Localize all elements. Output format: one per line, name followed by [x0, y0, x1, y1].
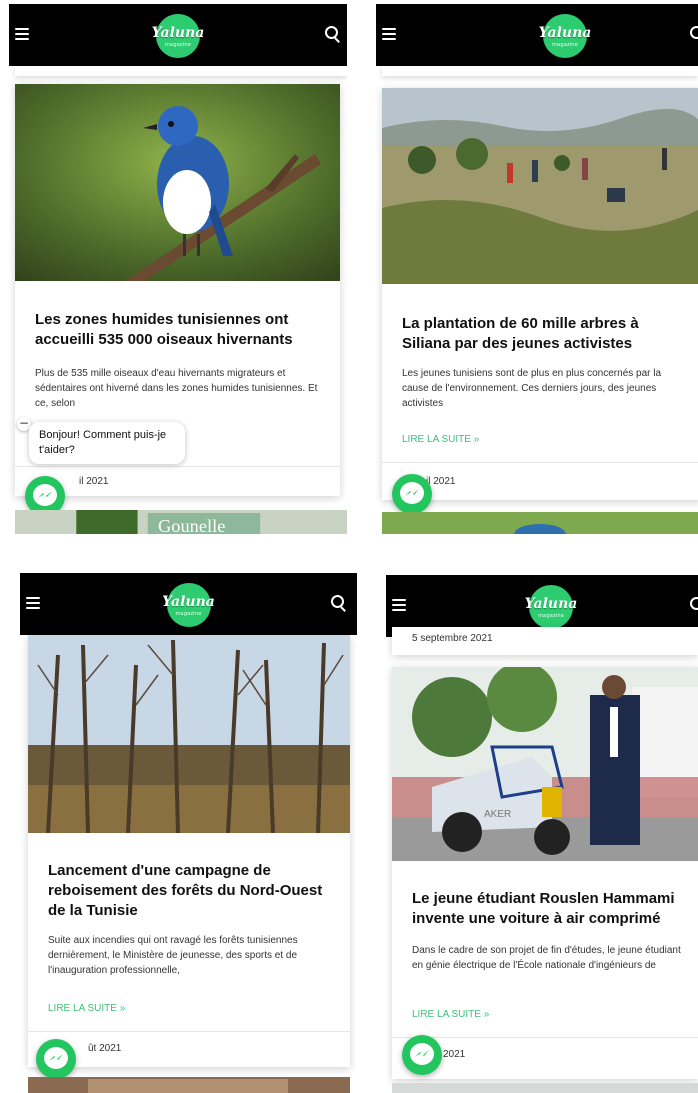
article-image-forest[interactable] — [28, 635, 350, 833]
search-icon[interactable] — [690, 597, 698, 613]
screenshot-panel-1: Yaluna magazine Les zones humides tunisi… — [9, 4, 347, 534]
screenshot-panel-4: Yaluna magazine 5 septembre 2021 AKER Le… — [386, 575, 698, 1093]
top-navbar: Yaluna magazine — [376, 4, 698, 66]
hamburger-menu-icon[interactable] — [392, 599, 406, 611]
hamburger-menu-icon[interactable] — [15, 28, 29, 40]
hamburger-menu-icon[interactable] — [26, 597, 40, 609]
yaluna-logo[interactable]: Yaluna magazine — [539, 14, 591, 58]
next-article-title-text: Gounelle — [158, 516, 225, 534]
previous-article-card-bottom[interactable]: 5 septembre 2021 — [392, 627, 698, 655]
next-article-image[interactable] — [382, 512, 698, 534]
messenger-chat-button[interactable] — [402, 1035, 442, 1075]
article-title[interactable]: Lancement d'une campagne de reboisement … — [48, 861, 324, 921]
article-title[interactable]: La plantation de 60 mille arbres à Silia… — [402, 314, 688, 354]
previous-card-edge — [382, 66, 698, 76]
article-image-tree-planting[interactable] — [382, 88, 698, 284]
article-date: ût 2021 — [88, 1043, 122, 1054]
article-title[interactable]: Le jeune étudiant Rouslen Hammami invent… — [412, 889, 684, 929]
card-divider — [15, 466, 340, 467]
messenger-chat-button[interactable] — [36, 1039, 76, 1079]
article-image-compressed-air-car[interactable]: AKER — [392, 667, 698, 861]
messenger-chat-button[interactable] — [392, 474, 432, 514]
read-more-link[interactable]: LIRE LA SUITE » — [48, 1003, 125, 1014]
article-card[interactable]: AKER Le jeune étudiant Rouslen Hammami i… — [392, 667, 698, 1079]
hamburger-menu-icon[interactable] — [382, 28, 396, 40]
article-title[interactable]: Les zones humides tunisiennes ont accuei… — [35, 310, 326, 350]
top-navbar: Yaluna magazine — [20, 573, 357, 635]
read-more-link[interactable]: LIRE LA SUITE » — [412, 1009, 489, 1020]
previous-card-edge — [15, 66, 347, 76]
article-date: 5 septembre 2021 — [412, 633, 493, 644]
yaluna-logo[interactable]: Yaluna magazine — [152, 14, 204, 58]
search-icon[interactable] — [331, 595, 347, 612]
card-divider — [382, 462, 698, 463]
read-more-link[interactable]: LIRE LA SUITE » — [402, 434, 479, 445]
screenshot-panel-2: Yaluna magazine La plantation de 60 mill… — [376, 4, 698, 534]
chat-greeting-popup[interactable]: Bonjour! Comment puis-je t'aider? — [29, 422, 185, 464]
article-card[interactable]: Lancement d'une campagne de reboisement … — [28, 635, 350, 1067]
card-divider — [392, 1037, 698, 1038]
screenshot-panel-3: Yaluna magazine Lancement d'une campagne… — [20, 573, 357, 1093]
search-icon[interactable] — [325, 26, 341, 43]
car-brand-label: AKER — [484, 809, 511, 820]
article-date: i 2021 — [438, 1049, 466, 1060]
next-article-image[interactable]: Gounelle — [15, 510, 347, 534]
card-divider — [28, 1031, 350, 1032]
article-excerpt: Suite aux incendies qui ont ravagé les f… — [48, 935, 298, 976]
article-card[interactable]: La plantation de 60 mille arbres à Silia… — [382, 88, 698, 500]
top-navbar: Yaluna magazine — [9, 4, 347, 66]
next-article-image[interactable] — [28, 1077, 350, 1093]
yaluna-logo[interactable]: Yaluna magazine — [525, 585, 577, 629]
article-image-blue-bird[interactable] — [15, 84, 340, 281]
article-excerpt: Plus de 535 mille oiseaux d'eau hivernan… — [35, 368, 318, 409]
next-article-image[interactable] — [392, 1083, 698, 1093]
article-date: il 2021 — [79, 476, 109, 487]
yaluna-logo[interactable]: Yaluna magazine — [162, 583, 215, 627]
article-excerpt: Dans le cadre de son projet de fin d'étu… — [412, 945, 681, 971]
search-icon[interactable] — [690, 26, 698, 42]
article-excerpt: Les jeunes tunisiens sont de plus en plu… — [402, 368, 662, 409]
